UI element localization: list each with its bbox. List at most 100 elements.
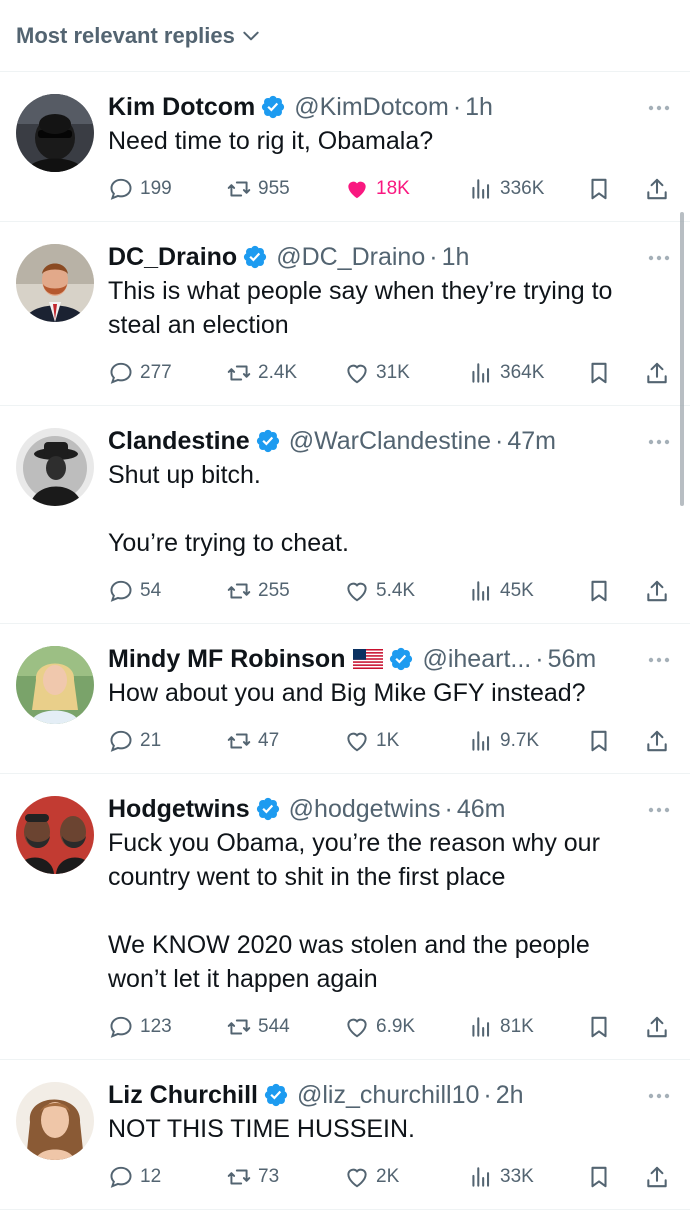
sort-replies-dropdown[interactable]: Most relevant replies <box>16 23 261 49</box>
reply-item[interactable]: DC_Draino @DC_Draino · 1h This is what peopl… <box>0 222 690 406</box>
reply-timestamp[interactable]: 2h <box>496 1078 524 1112</box>
share-icon <box>647 178 667 200</box>
more-options-icon[interactable] <box>646 248 672 268</box>
reply-item[interactable]: Liz Churchill @liz_churchill10 · 2h NOT THIS… <box>0 1060 690 1210</box>
author-handle[interactable]: @hodgetwins <box>289 792 441 826</box>
share-button[interactable] <box>644 1014 670 1040</box>
avatar[interactable] <box>16 244 94 322</box>
bookmark-button[interactable] <box>586 728 612 754</box>
like-button[interactable]: 2K <box>344 1164 399 1190</box>
scrollbar[interactable] <box>680 212 684 506</box>
like-button[interactable]: 6.9K <box>344 1014 415 1040</box>
views-button[interactable]: 81K <box>468 1014 534 1040</box>
reply-button[interactable]: 199 <box>108 176 172 202</box>
view-count: 364K <box>500 362 545 383</box>
separator-dot: · <box>452 93 462 121</box>
views-button[interactable]: 45K <box>468 578 534 604</box>
views-icon <box>472 179 490 199</box>
author-handle[interactable]: @WarClandestine <box>289 424 491 458</box>
like-button[interactable]: 18K <box>344 176 410 202</box>
more-options-icon[interactable] <box>646 650 672 670</box>
share-button[interactable] <box>644 728 670 754</box>
reply-item[interactable]: Clandestine @WarClandestine · 47m Shut up bi… <box>0 406 690 624</box>
bookmark-button[interactable] <box>586 360 612 386</box>
repost-button[interactable]: 955 <box>226 176 290 202</box>
repost-icon <box>227 181 251 197</box>
repost-count: 255 <box>258 580 290 601</box>
bookmark-button[interactable] <box>586 176 612 202</box>
views-button[interactable]: 9.7K <box>468 728 539 754</box>
share-button[interactable] <box>644 1164 670 1190</box>
repost-button[interactable]: 47 <box>226 728 279 754</box>
reply-item[interactable]: Hodgetwins @hodgetwins · 46m Fuck you Obama,… <box>0 774 690 1060</box>
reply-header: Hodgetwins @hodgetwins · 46m <box>108 792 674 826</box>
view-count: 336K <box>500 178 545 199</box>
like-icon <box>347 364 367 384</box>
views-button[interactable]: 364K <box>468 360 544 386</box>
avatar[interactable] <box>16 1082 94 1160</box>
more-options-icon[interactable] <box>646 432 672 452</box>
like-count: 1K <box>376 730 400 751</box>
repost-button[interactable]: 255 <box>226 578 290 604</box>
repost-count: 2.4K <box>258 362 298 383</box>
reply-text: Shut up bitch. You’re trying to cheat. <box>108 461 349 557</box>
reply-timestamp[interactable]: 56m <box>548 642 597 676</box>
views-button[interactable]: 33K <box>468 1164 534 1190</box>
more-options-icon[interactable] <box>646 1086 672 1106</box>
author-name[interactable]: Clandestine <box>108 424 250 458</box>
reply-list: Kim Dotcom @KimDotcom · 1h Need time to rig … <box>0 72 690 1210</box>
share-icon <box>647 580 667 602</box>
reply-timestamp[interactable]: 47m <box>507 424 556 458</box>
reply-button[interactable]: 54 <box>108 578 161 604</box>
verified-badge-icon <box>256 797 279 821</box>
reply-item[interactable]: Kim Dotcom @KimDotcom · 1h Need time to rig … <box>0 72 690 222</box>
reply-button[interactable]: 277 <box>108 360 172 386</box>
author-name[interactable]: Kim Dotcom <box>108 90 255 124</box>
author-name[interactable]: DC_Draino <box>108 240 237 274</box>
avatar[interactable] <box>16 428 94 506</box>
repost-button[interactable]: 544 <box>226 1014 290 1040</box>
repost-button[interactable]: 2.4K <box>226 360 297 386</box>
author-handle[interactable]: @liz_churchill10 <box>297 1078 479 1112</box>
share-button[interactable] <box>644 578 670 604</box>
reply-timestamp[interactable]: 46m <box>457 792 506 826</box>
more-options-icon[interactable] <box>646 98 672 118</box>
reply-button[interactable]: 21 <box>108 728 161 754</box>
author-handle[interactable]: @KimDotcom <box>294 90 449 124</box>
author-name[interactable]: Liz Churchill <box>108 1078 258 1112</box>
repost-icon <box>227 1019 251 1035</box>
more-options-icon[interactable] <box>646 800 672 820</box>
like-button[interactable]: 1K <box>344 728 399 754</box>
bookmark-button[interactable] <box>586 1164 612 1190</box>
views-button[interactable]: 336K <box>468 176 544 202</box>
reply-timestamp[interactable]: 1h <box>465 90 493 124</box>
share-icon <box>647 1016 667 1038</box>
reply-button[interactable]: 12 <box>108 1164 161 1190</box>
bookmark-icon <box>591 730 607 752</box>
reply-button[interactable]: 123 <box>108 1014 172 1040</box>
like-count: 6.9K <box>376 1016 416 1037</box>
like-button[interactable]: 5.4K <box>344 578 415 604</box>
bookmark-button[interactable] <box>586 1014 612 1040</box>
action-bar: 277 2.4K 31K 364K <box>108 346 674 406</box>
repost-button[interactable]: 73 <box>226 1164 279 1190</box>
bookmark-button[interactable] <box>586 578 612 604</box>
share-button[interactable] <box>644 176 670 202</box>
action-bar: 123 544 6.9K 81K <box>108 1000 674 1060</box>
author-handle[interactable]: @iheart... <box>422 642 531 676</box>
like-count: 2K <box>376 1166 400 1187</box>
author-handle[interactable]: @DC_Draino <box>276 240 425 274</box>
avatar[interactable] <box>16 796 94 874</box>
views-icon <box>472 731 490 751</box>
author-name[interactable]: Hodgetwins <box>108 792 250 826</box>
reply-count: 199 <box>140 178 172 199</box>
reply-timestamp[interactable]: 1h <box>442 240 470 274</box>
reply-item[interactable]: Mindy MF Robinson @iheart... · 56m How about… <box>0 624 690 774</box>
avatar[interactable] <box>16 646 94 724</box>
avatar[interactable] <box>16 94 94 172</box>
repost-count: 47 <box>258 730 280 751</box>
share-button[interactable] <box>644 360 670 386</box>
separator-dot: · <box>495 427 504 455</box>
like-button[interactable]: 31K <box>344 360 410 386</box>
author-name[interactable]: Mindy MF Robinson <box>108 642 345 676</box>
